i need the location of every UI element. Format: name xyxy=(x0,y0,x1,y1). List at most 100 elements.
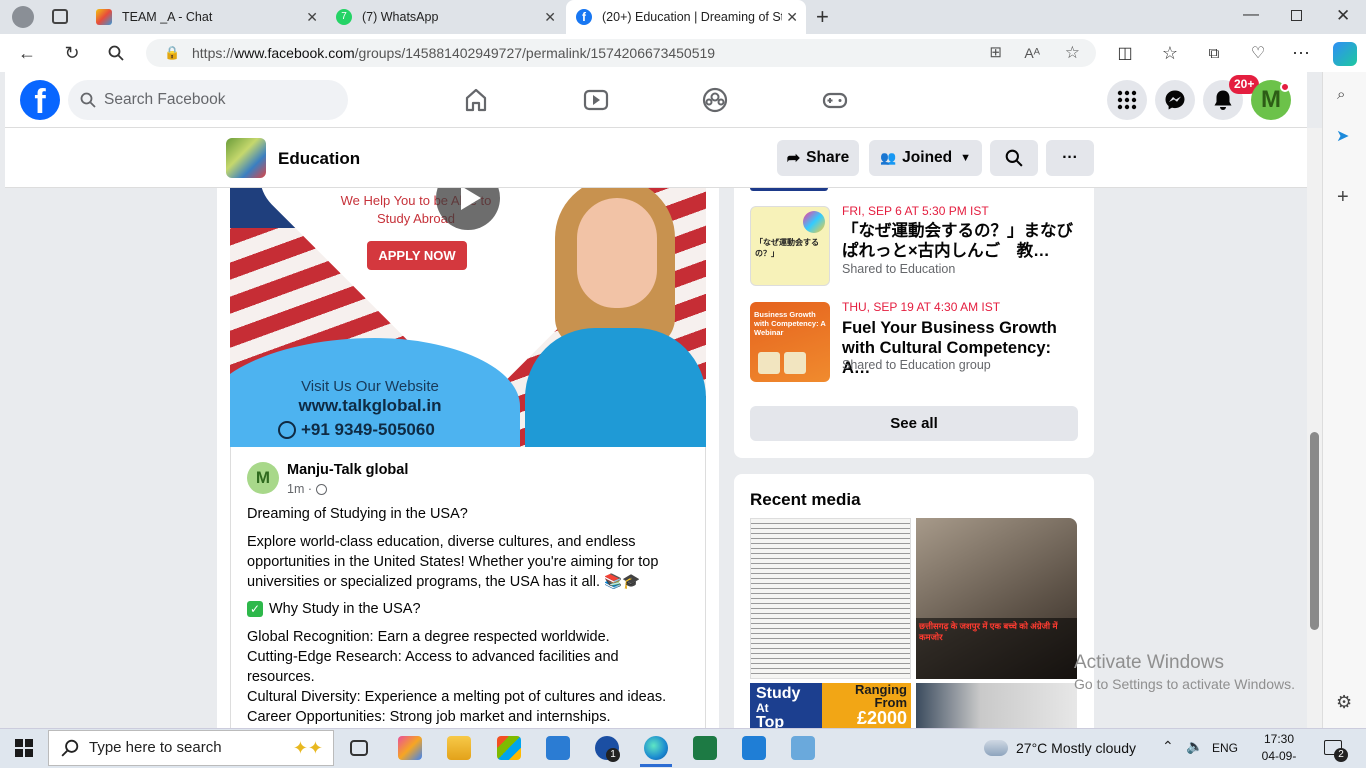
event-subtitle: Shared to Education xyxy=(842,262,956,276)
weather-icon[interactable] xyxy=(984,740,1008,756)
more-icon[interactable]: ⋯ xyxy=(1290,42,1312,64)
telegram-icon[interactable]: ➤ xyxy=(1336,126,1349,146)
restore-button[interactable] xyxy=(1291,10,1302,21)
tab-teams[interactable]: TEAM _A - Chat ✕ xyxy=(86,0,326,34)
weather-text[interactable]: 27°C Mostly cloudy xyxy=(1016,740,1136,756)
media-tile-school[interactable] xyxy=(916,683,1077,728)
phone-number: +91 9349-505060 xyxy=(301,420,435,439)
tab-whatsapp[interactable]: 7 (7) WhatsApp ✕ xyxy=(326,0,564,34)
app-available-icon[interactable]: ⊞ xyxy=(989,39,1002,67)
author-name[interactable]: Manju-Talk global xyxy=(287,462,408,478)
favorites-icon[interactable]: ☆ xyxy=(1159,42,1181,64)
chevron-up-icon[interactable]: ⌃ xyxy=(1162,738,1174,755)
browser-tab-bar: TEAM _A - Chat ✕ 7 (7) WhatsApp ✕ f (20+… xyxy=(0,0,1366,34)
clock[interactable]: 17:30 04-09-2024 xyxy=(1250,731,1308,768)
edge-active-indicator xyxy=(640,764,672,767)
split-screen-icon[interactable]: ◫ xyxy=(1114,42,1136,64)
group-search-button[interactable] xyxy=(990,140,1038,176)
media-tile-newspaper[interactable] xyxy=(750,518,911,679)
settings-icon[interactable]: ⚙ xyxy=(1336,692,1352,713)
url-host: www.facebook.com xyxy=(234,45,355,61)
close-window-button[interactable]: ✕ xyxy=(1336,6,1350,26)
facebook-search-input[interactable]: Search Facebook xyxy=(68,80,348,120)
copilot-app-icon[interactable] xyxy=(398,736,422,760)
read-aloud-icon[interactable]: Aᴬ xyxy=(1024,39,1040,67)
taskbar-search-input[interactable]: Type here to search ✦✦ xyxy=(48,730,334,766)
search-icon[interactable] xyxy=(105,42,127,64)
close-icon[interactable]: ✕ xyxy=(786,9,798,26)
add-icon[interactable]: + xyxy=(1337,186,1349,209)
outlook-badge: 1 xyxy=(606,748,620,762)
menu-grid-icon[interactable] xyxy=(1107,80,1147,120)
store-icon[interactable] xyxy=(497,736,521,760)
minimize-button[interactable]: — xyxy=(1243,6,1259,24)
group-more-button[interactable]: ··· xyxy=(1046,140,1094,176)
messenger-icon[interactable] xyxy=(1155,80,1195,120)
edge-sidebar: ⌕ ➤ + ⚙ xyxy=(1322,72,1366,728)
group-thumbnail[interactable] xyxy=(226,138,266,178)
start-button[interactable] xyxy=(15,739,33,762)
post-time[interactable]: 1m · xyxy=(287,482,312,496)
event-date: THU, SEP 19 AT 4:30 AM IST xyxy=(842,300,1001,314)
page-scrollbar[interactable] xyxy=(1307,128,1322,728)
video-icon[interactable] xyxy=(582,86,610,114)
search-icon[interactable]: ⌕ xyxy=(1337,86,1345,103)
close-icon[interactable]: ✕ xyxy=(544,9,556,26)
volume-icon[interactable]: 🔈 xyxy=(1186,738,1203,755)
refresh-icon[interactable]: ↻ xyxy=(61,42,83,64)
vscode-icon[interactable] xyxy=(742,736,766,760)
lock-icon[interactable]: 🔒 xyxy=(164,39,180,67)
post-meta: 1m · xyxy=(287,482,327,496)
excel-icon[interactable] xyxy=(693,736,717,760)
post-bullet2: Cutting-Edge Research: Access to advance… xyxy=(247,649,619,685)
top-text: Top xyxy=(756,714,785,729)
event-date: FRI, SEP 6 AT 5:30 PM IST xyxy=(842,204,989,218)
checkmark-icon: ✓ xyxy=(247,601,263,617)
share-button[interactable]: ➦ Share xyxy=(777,140,859,176)
groups-icon[interactable] xyxy=(701,86,729,114)
search-placeholder: Search Facebook xyxy=(104,91,226,108)
tab-title: TEAM _A - Chat xyxy=(122,10,213,24)
new-tab-button[interactable]: + xyxy=(816,4,829,30)
search-icon xyxy=(1005,149,1023,167)
event-thumb-prev xyxy=(750,188,828,191)
gaming-icon[interactable] xyxy=(821,86,849,114)
tab-facebook-education[interactable]: f (20+) Education | Dreaming of Stu ✕ xyxy=(566,0,806,34)
search-highlight-icon: ✦✦ xyxy=(292,738,323,758)
event-thumbnail[interactable]: Business Growth with Competency: A Webin… xyxy=(750,302,830,382)
back-icon[interactable]: ← xyxy=(16,42,38,64)
language-indicator[interactable]: ENG xyxy=(1212,741,1238,755)
facebook-logo[interactable]: f xyxy=(20,80,60,121)
home-icon[interactable] xyxy=(462,86,490,114)
close-icon[interactable]: ✕ xyxy=(306,9,318,26)
joined-button[interactable]: 👥 Joined ▼ xyxy=(869,140,982,176)
workspaces-icon[interactable] xyxy=(52,9,68,24)
activate-windows-watermark: Activate Windows Go to Settings to activ… xyxy=(1074,652,1295,692)
event-thumbnail[interactable]: 「なぜ運動会するの？」 xyxy=(750,206,830,286)
group-name[interactable]: Education xyxy=(278,149,360,169)
profile-icon[interactable] xyxy=(12,6,34,28)
group-header xyxy=(5,128,1307,188)
mail-icon[interactable] xyxy=(546,736,570,760)
event-title[interactable]: 「なぜ運動会するの？」まなびぱれっと×古内しんご 教… xyxy=(842,221,1082,261)
performance-icon[interactable]: ♡ xyxy=(1247,42,1269,64)
app-icon[interactable] xyxy=(791,736,815,760)
task-view-icon[interactable] xyxy=(350,740,368,756)
author-avatar[interactable]: M xyxy=(247,462,279,494)
whatsapp-icon: 7 xyxy=(336,9,352,25)
url-field[interactable]: 🔒 https://www.facebook.com/groups/145881… xyxy=(146,39,1096,67)
file-explorer-icon[interactable] xyxy=(447,736,471,760)
media-tile-study[interactable]: Study At Top Ranging From £2000 xyxy=(750,683,911,728)
watermark-line2: Go to Settings to activate Windows. xyxy=(1074,676,1295,692)
media-tile-photo[interactable]: छत्तीसगढ़ के जशपुर में एक बच्चे को अंग्र… xyxy=(916,518,1077,679)
scrollbar-thumb[interactable] xyxy=(1310,432,1319,630)
post-bullet4: Career Opportunities: Strong job market … xyxy=(247,709,611,725)
collections-icon[interactable]: ⧉ xyxy=(1203,42,1225,64)
post-image[interactable]: We Help You to be Able to Study Abroad A… xyxy=(230,188,706,447)
post-paragraph1: Explore world-class education, diverse c… xyxy=(247,534,659,590)
add-favorite-icon[interactable]: ☆ xyxy=(1065,39,1080,67)
copilot-icon[interactable] xyxy=(1333,42,1357,66)
edge-icon[interactable] xyxy=(644,736,668,760)
clock-time: 17:30 xyxy=(1263,732,1295,746)
see-all-button[interactable]: See all xyxy=(750,406,1078,441)
